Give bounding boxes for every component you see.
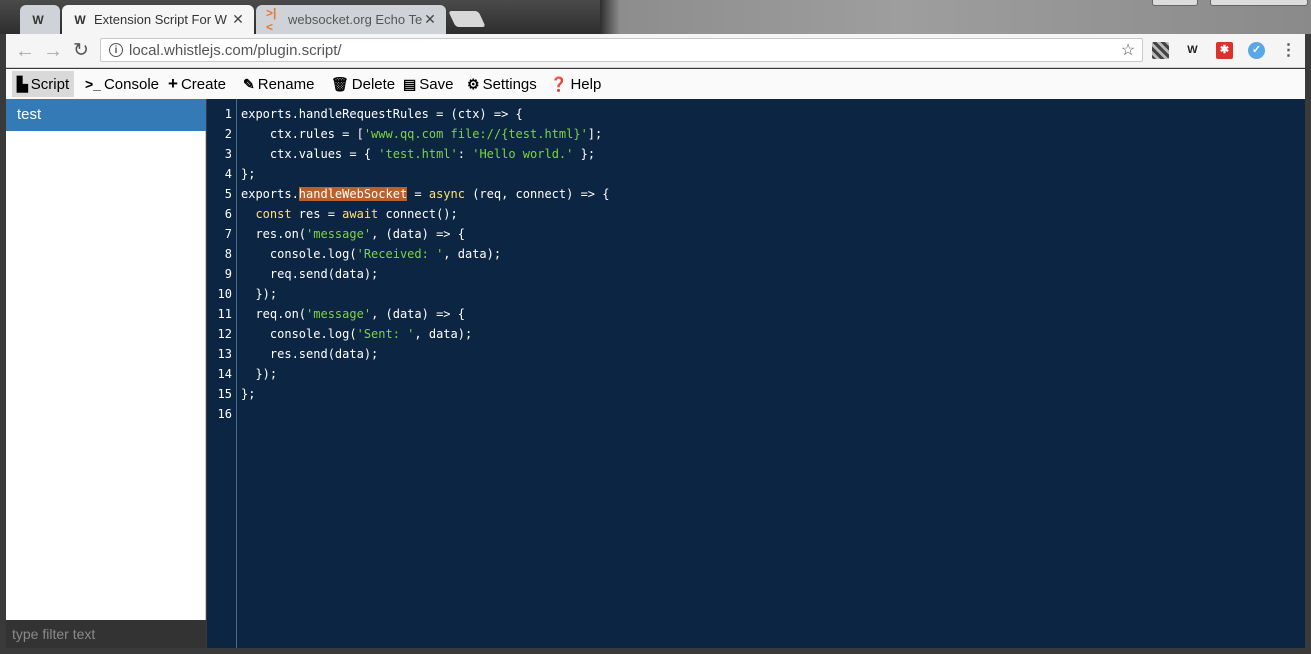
line-number: 14 [217, 367, 232, 381]
line-number: 12 [217, 327, 232, 341]
code-line: ctx.rules = ['www.qq.com file://{test.ht… [241, 127, 603, 141]
line-number: 13 [217, 347, 232, 361]
menu-create[interactable]: + Create [163, 71, 231, 97]
star-icon[interactable]: ☆ [1118, 40, 1138, 60]
code-line: req.send(data); [241, 267, 379, 281]
websocket-logo-icon: >|< [266, 5, 277, 34]
tab-pinned-whistle[interactable]: W [20, 5, 60, 34]
window-bottom-edge [0, 648, 1311, 654]
code-line: }; [241, 167, 256, 181]
menu-delete[interactable]: 🗑 Delete [326, 71, 400, 97]
code-line: exports.handleWebSocket = async (req, co… [241, 187, 610, 201]
menu-settings-label: Settings [482, 75, 537, 93]
reload-icon[interactable]: ↻ [70, 40, 92, 62]
code-line: }; [241, 387, 256, 401]
whistle-logo-icon: W [32, 12, 44, 27]
code-line: console.log('Sent: ', data); [241, 327, 473, 341]
window-frame-right [600, 0, 1311, 34]
line-number: 15 [217, 387, 232, 401]
app-menu-bar: ▙ Script >_ Console + Create ✎ Rename 🗑 … [6, 69, 1305, 99]
line-number-gutter: 1 2 3 4 5 6 7 8 9 10 11 12 13 14 15 16 [207, 99, 237, 648]
menu-help-label: Help [570, 75, 602, 93]
script-list-item[interactable]: test [6, 99, 206, 131]
code-line: ctx.values = { 'test.html': 'Hello world… [241, 147, 596, 161]
question-circle-icon: ❓ [550, 75, 568, 92]
url-text[interactable]: local.whistlejs.com/plugin.script/ [129, 42, 1118, 59]
whistle-extension-icon[interactable]: W [1184, 42, 1201, 59]
code-line: }); [241, 367, 278, 381]
tab-extension-script[interactable]: W Extension Script For W ✕ [62, 5, 254, 34]
filter-input[interactable] [6, 620, 206, 648]
edit-icon: ✎ [243, 75, 255, 92]
menu-dots-icon[interactable]: ⋮ [1280, 42, 1297, 59]
menu-console[interactable]: >_ Console [80, 71, 164, 97]
menu-console-label: Console [103, 75, 160, 93]
menu-rename-label: Rename [257, 75, 315, 93]
line-number: 2 [224, 127, 232, 141]
code-line: req.on('message', (data) => { [241, 307, 465, 321]
menu-script[interactable]: ▙ Script [12, 71, 75, 97]
red-extension-icon[interactable]: ✱ [1216, 42, 1233, 59]
menu-settings[interactable]: ⚙ Settings [462, 71, 542, 97]
back-arrow-icon[interactable]: ← [14, 40, 36, 62]
close-icon[interactable]: ✕ [230, 11, 246, 28]
menu-delete-label: Delete [351, 75, 396, 93]
file-icon: ▙ [17, 75, 28, 92]
line-number: 8 [224, 247, 232, 261]
line-number: 7 [224, 227, 232, 241]
script-list-sidebar: test [6, 99, 206, 648]
terminal-icon: >_ [85, 76, 101, 92]
address-bar[interactable]: i local.whistlejs.com/plugin.script/ ☆ [100, 38, 1143, 62]
line-number: 1 [224, 107, 232, 121]
trash-icon: 🗑 [331, 75, 349, 92]
line-number: 6 [224, 207, 232, 221]
line-number: 10 [217, 287, 232, 301]
line-number: 5 [224, 187, 232, 201]
menu-save[interactable]: ▤ Save [398, 71, 458, 97]
line-number: 4 [224, 167, 232, 181]
code-line: res.on('message', (data) => { [241, 227, 465, 241]
menu-save-label: Save [419, 75, 454, 93]
line-number: 9 [224, 267, 232, 281]
menu-help[interactable]: ❓ Help [545, 71, 606, 97]
window-user-button[interactable] [1152, 0, 1198, 6]
tab-title: Extension Script For W [94, 12, 227, 27]
close-icon[interactable]: ✕ [422, 11, 438, 28]
code-line: console.log('Received: ', data); [241, 247, 502, 261]
code-editor[interactable]: 1 2 3 4 5 6 7 8 9 10 11 12 13 14 15 16 e… [207, 99, 1305, 648]
browser-toolbar: ← → ↻ i local.whistlejs.com/plugin.scrip… [6, 34, 1305, 68]
code-line: }); [241, 287, 278, 301]
info-icon[interactable]: i [109, 43, 123, 57]
code-line: exports.handleRequestRules = (ctx) => { [241, 107, 523, 121]
menu-script-label: Script [30, 75, 70, 93]
code-line: const res = await connect(); [255, 207, 458, 221]
qr-code-extension-icon[interactable] [1152, 42, 1169, 59]
save-icon: ▤ [403, 75, 417, 92]
line-number: 16 [217, 407, 232, 421]
tab-websocket-echo[interactable]: >|< websocket.org Echo Te ✕ [256, 5, 446, 34]
menu-rename[interactable]: ✎ Rename [238, 71, 319, 97]
whistle-logo-icon: W [74, 12, 86, 27]
code-line: res.send(data); [241, 347, 379, 361]
gear-icon: ⚙ [467, 75, 480, 92]
forward-arrow-icon[interactable]: → [42, 40, 64, 62]
plus-icon: + [168, 74, 178, 93]
line-number: 11 [217, 307, 232, 321]
line-number: 3 [224, 147, 232, 161]
blue-extension-icon[interactable]: ✓ [1248, 42, 1265, 59]
menu-create-label: Create [180, 75, 226, 93]
tab-title: websocket.org Echo Te [288, 12, 422, 27]
window-controls[interactable] [1210, 0, 1308, 6]
